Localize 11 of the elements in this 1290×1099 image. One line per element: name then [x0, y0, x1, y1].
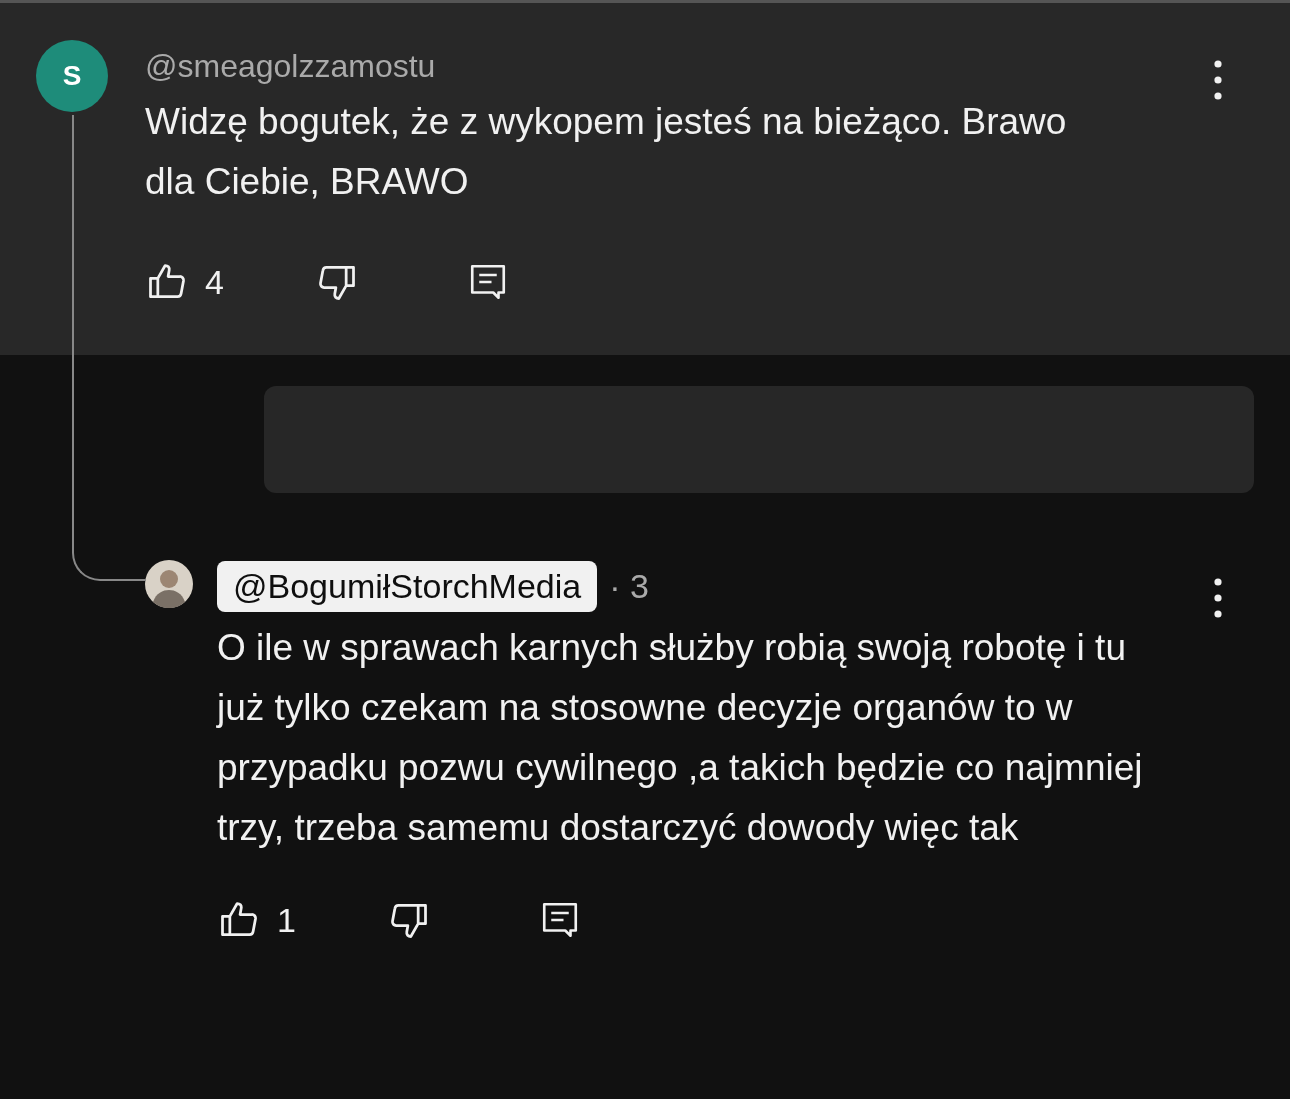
avatar: S — [36, 40, 108, 112]
comment-text: Widzę bogutek, że z wykopem jesteś na bieżąco. Brawo dla Ciebie, BRAWO — [145, 100, 1068, 204]
avatar — [145, 560, 193, 608]
comment-text: O ile w sprawach karnych służby robią swoją robotę i tu już tylko czekam na stosowne decyzje organów to w przypadku pozwu cywilnego ,a takich będzie co najmniej trzy, trzeba samemu dostarczyć dowody więc tak — [217, 626, 1144, 850]
username[interactable]: @smeagolzzamostu — [145, 47, 436, 85]
more-options-icon[interactable] — [1214, 60, 1222, 100]
more-options-icon[interactable] — [1214, 578, 1222, 618]
like-count: 1 — [277, 900, 296, 940]
like-count: 4 — [205, 262, 224, 302]
username[interactable]: @BogumiłStorchMedia — [217, 560, 598, 612]
timestamp: · 3 — [609, 566, 649, 606]
